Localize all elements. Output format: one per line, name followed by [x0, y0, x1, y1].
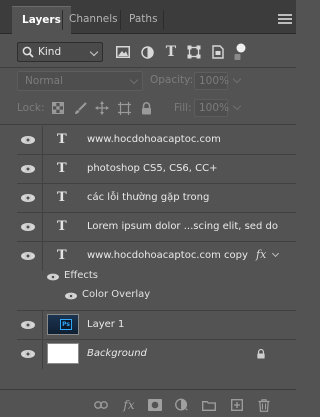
- eye-icon[interactable]: [21, 222, 35, 232]
- effect-color-overlay[interactable]: Color Overlay: [82, 289, 150, 300]
- text-layer-icon: T: [57, 219, 67, 234]
- eye-icon[interactable]: [21, 135, 35, 145]
- smart-object-filter-icon[interactable]: [210, 44, 226, 60]
- divider: [0, 67, 296, 68]
- tab-divider: [163, 10, 164, 30]
- layer-row[interactable]: Ps Layer 1: [17, 311, 296, 340]
- layer-row[interactable]: T các lỗi thường gặp trong: [17, 184, 296, 213]
- fill-label: Fill:: [174, 102, 192, 114]
- eye-icon[interactable]: [21, 320, 35, 330]
- link-layers-icon[interactable]: [94, 398, 108, 412]
- layer-thumbnail[interactable]: [47, 343, 79, 364]
- text-layer-icon: T: [57, 190, 67, 205]
- text-layer-icon: T: [57, 248, 67, 263]
- blend-mode-select[interactable]: Normal: [17, 71, 143, 91]
- expand-effects-icon[interactable]: [271, 249, 280, 258]
- layer-name[interactable]: www.hocdohoacaptoc.com copy: [87, 250, 248, 261]
- lock-transparent-icon[interactable]: [51, 101, 65, 115]
- eye-icon[interactable]: [21, 251, 35, 261]
- lock-all-icon[interactable]: [139, 101, 153, 115]
- shape-filter-icon[interactable]: [186, 44, 202, 60]
- panel-tab-bar: Layers Channels Paths: [0, 0, 296, 34]
- new-layer-icon[interactable]: [230, 398, 244, 412]
- layer-name[interactable]: photoshop CS5, CS6, CC+: [87, 163, 217, 174]
- opacity-field[interactable]: 100%: [194, 72, 229, 90]
- text-layer-icon: T: [57, 132, 67, 147]
- eye-icon[interactable]: [21, 193, 35, 203]
- eye-icon[interactable]: [47, 273, 59, 282]
- lock-image-icon[interactable]: [73, 101, 87, 115]
- filter-kind-select[interactable]: Kind: [17, 42, 103, 62]
- layers-panel-toolbar: fx: [0, 389, 296, 417]
- layer-row-background[interactable]: Background: [17, 340, 296, 369]
- text-layer-icon: T: [57, 161, 67, 176]
- layer-row[interactable]: T Lorem ipsum dolor ...scing elit, sed d…: [17, 213, 296, 242]
- adjustment-filter-icon[interactable]: [139, 44, 155, 60]
- effects-label[interactable]: Effects: [64, 270, 98, 281]
- divider: [0, 124, 296, 125]
- add-mask-icon[interactable]: [148, 398, 162, 412]
- layer-name[interactable]: các lỗi thường gặp trong: [87, 192, 209, 203]
- new-adjustment-layer-icon[interactable]: [175, 398, 189, 412]
- layer-name[interactable]: Background: [87, 348, 147, 359]
- layer-effects-icon[interactable]: fx: [256, 248, 266, 261]
- filter-kind-label: Kind: [38, 46, 62, 58]
- add-layer-style-icon[interactable]: fx: [122, 398, 136, 412]
- chevron-down-icon: [129, 75, 139, 85]
- layer-name[interactable]: Lorem ipsum dolor ...scing elit, sed do: [87, 221, 278, 232]
- lock-artboard-icon[interactable]: [117, 101, 131, 115]
- filter-toggle-icon[interactable]: [232, 43, 248, 60]
- opacity-dropdown-icon[interactable]: [231, 72, 245, 90]
- layer-name[interactable]: www.hocdohoacaptoc.com: [87, 134, 221, 145]
- lock-position-icon[interactable]: [95, 101, 109, 115]
- lock-icon[interactable]: [256, 349, 266, 359]
- fill-field[interactable]: 100%: [194, 99, 229, 117]
- layer-row-with-effects[interactable]: T www.hocdohoacaptoc.com copy fx Effects…: [17, 242, 296, 311]
- eye-icon[interactable]: [65, 292, 77, 301]
- search-icon: [22, 46, 34, 58]
- delete-layer-icon[interactable]: [257, 398, 271, 412]
- tab-channels[interactable]: Channels: [59, 6, 128, 34]
- eye-icon[interactable]: [21, 349, 35, 359]
- chevron-down-icon: [89, 47, 99, 57]
- opacity-label: Opacity:: [150, 74, 194, 86]
- eye-icon[interactable]: [21, 164, 35, 174]
- panel-menu-icon[interactable]: [278, 14, 292, 24]
- blend-mode-label: Normal: [25, 75, 63, 87]
- pixel-filter-icon[interactable]: [115, 44, 131, 60]
- layer-row[interactable]: T photoshop CS5, CS6, CC+: [17, 155, 296, 184]
- lock-label: Lock:: [17, 102, 45, 114]
- tab-paths[interactable]: Paths: [119, 6, 168, 34]
- layer-thumbnail[interactable]: Ps: [47, 314, 79, 335]
- type-filter-icon[interactable]: T: [163, 44, 179, 60]
- photoshop-logo-icon: Ps: [60, 319, 72, 330]
- fill-dropdown-icon[interactable]: [231, 99, 245, 117]
- new-group-icon[interactable]: [202, 398, 216, 412]
- layer-row[interactable]: T www.hocdohoacaptoc.com: [17, 126, 296, 155]
- layer-name[interactable]: Layer 1: [87, 319, 124, 330]
